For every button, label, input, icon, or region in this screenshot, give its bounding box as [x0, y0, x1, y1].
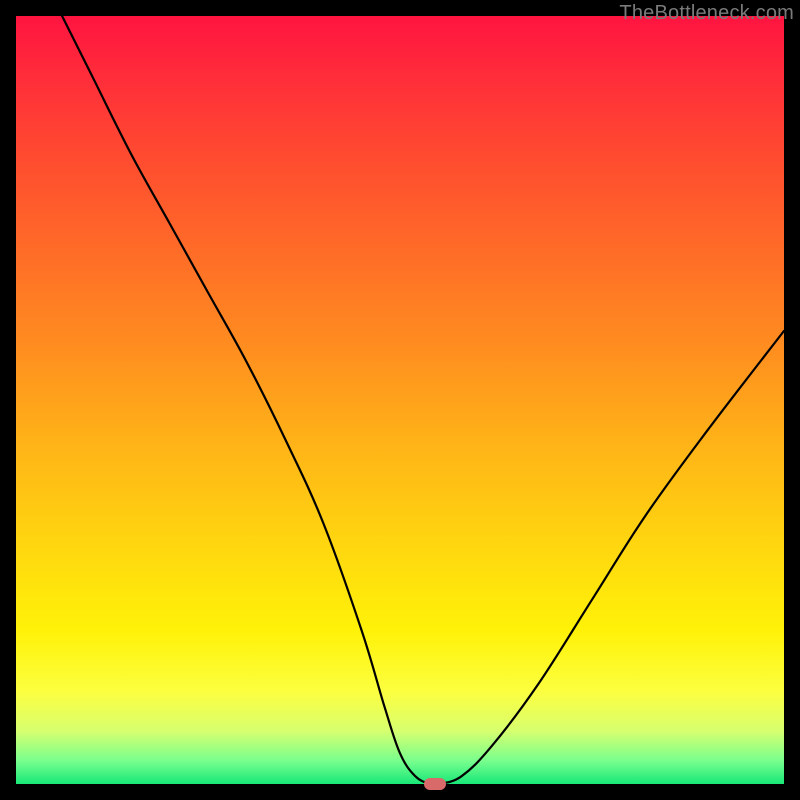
watermark-label: TheBottleneck.com	[619, 2, 794, 25]
chart-frame: TheBottleneck.com	[0, 0, 800, 800]
bottleneck-curve	[16, 16, 784, 784]
plot-area	[16, 16, 784, 784]
minimum-marker	[424, 778, 446, 790]
curve-path	[62, 16, 784, 785]
